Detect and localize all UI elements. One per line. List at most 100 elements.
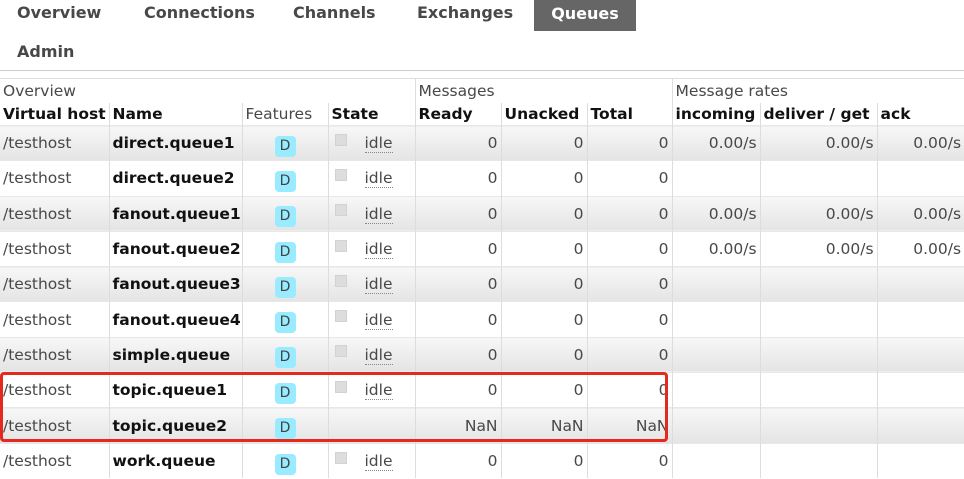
tab-exchanges[interactable]: Exchanges	[417, 1, 513, 25]
queues-table: Overview Messages Message rates Virtual …	[0, 78, 964, 479]
state-indicator-icon	[334, 345, 347, 358]
durable-badge: D	[274, 170, 296, 192]
vhost-cell: /testhost	[0, 336, 110, 373]
features-cell: D	[242, 266, 329, 302]
queue-name-link[interactable]: direct.queue2	[109, 160, 243, 197]
col-total[interactable]: Total	[587, 103, 673, 126]
ready-cell: NaN	[415, 407, 502, 444]
top-nav: Overview Connections Channels Exchanges …	[0, 0, 964, 70]
col-state[interactable]: State	[328, 103, 416, 126]
unacked-cell: 0	[501, 160, 588, 197]
queue-name-link[interactable]: fanout.queue3	[109, 266, 243, 302]
col-virtual-host[interactable]: Virtual host	[0, 103, 110, 126]
incoming-rate-cell	[672, 442, 761, 479]
col-name[interactable]: Name	[109, 103, 243, 126]
state-cell: idle	[328, 336, 416, 373]
deliver-rate-cell	[760, 336, 878, 373]
features-cell: D	[242, 301, 329, 338]
queue-name-link[interactable]: fanout.queue2	[109, 230, 243, 267]
ack-rate-cell	[877, 407, 964, 444]
incoming-rate-cell: 0.00/s	[672, 195, 761, 232]
state-indicator-icon	[334, 204, 347, 217]
ack-rate-cell	[877, 301, 964, 338]
vhost-cell: /testhost	[0, 230, 110, 267]
queue-name-link[interactable]: fanout.queue4	[109, 301, 243, 338]
table-row[interactable]: /testhost fanout.queue3 Didle 0 0 0	[0, 266, 964, 302]
queue-name-link[interactable]: topic.queue2	[109, 407, 243, 444]
table-row[interactable]: /testhost direct.queue1 Didle 0 0 0 0.00/s 0.00…	[0, 124, 964, 161]
durable-badge: D	[274, 453, 296, 475]
durable-badge: D	[274, 206, 296, 228]
queue-name-link[interactable]: direct.queue1	[109, 124, 243, 161]
ack-rate-cell: 0.00/s	[877, 124, 964, 161]
table-row[interactable]: /testhost topic.queue1 Didle 0 0 0	[0, 372, 964, 408]
queue-name-link[interactable]: simple.queue	[109, 336, 243, 373]
unacked-cell: NaN	[501, 407, 588, 444]
unacked-cell: 0	[501, 442, 588, 479]
state-label: idle	[364, 204, 393, 224]
table-row[interactable]: /testhost fanout.queue2 Didle 0 0 0 0.00/s 0.00…	[0, 230, 964, 267]
ready-cell: 0	[415, 230, 502, 267]
table-row[interactable]: /testhost work.queue Didle 0 0 0	[0, 442, 964, 479]
vhost-cell: /testhost	[0, 266, 110, 302]
state-label: idle	[364, 452, 393, 472]
queue-name-link[interactable]: topic.queue1	[109, 372, 243, 408]
ack-rate-cell	[877, 266, 964, 302]
nav-divider	[0, 70, 964, 71]
durable-badge: D	[274, 418, 296, 440]
total-cell: 0	[587, 301, 673, 338]
vhost-cell: /testhost	[0, 195, 110, 232]
deliver-rate-cell	[760, 266, 878, 302]
unacked-cell: 0	[501, 266, 588, 302]
tab-connections[interactable]: Connections	[144, 1, 255, 25]
col-unacked[interactable]: Unacked	[501, 103, 588, 126]
durable-badge: D	[274, 347, 296, 369]
table-row[interactable]: /testhost simple.queue Didle 0 0 0	[0, 336, 964, 373]
tab-admin[interactable]: Admin	[17, 40, 74, 64]
queue-name-link[interactable]: fanout.queue1	[109, 195, 243, 232]
tab-queues[interactable]: Queues	[534, 0, 636, 31]
total-cell: 0	[587, 195, 673, 232]
unacked-cell: 0	[501, 124, 588, 161]
state-cell: idle	[328, 160, 416, 197]
state-label: idle	[364, 134, 393, 154]
table-row[interactable]: /testhost fanout.queue1 Didle 0 0 0 0.00/s 0.00…	[0, 195, 964, 232]
state-label: idle	[364, 381, 393, 401]
col-ack[interactable]: ack	[877, 103, 964, 126]
ready-cell: 0	[415, 195, 502, 232]
unacked-cell: 0	[501, 195, 588, 232]
queue-name-link[interactable]: work.queue	[109, 442, 243, 479]
group-overview: Overview	[0, 78, 416, 103]
features-cell: D	[242, 124, 329, 161]
tab-channels[interactable]: Channels	[293, 1, 376, 25]
ready-cell: 0	[415, 160, 502, 197]
col-incoming[interactable]: incoming	[672, 103, 761, 126]
table-row[interactable]: /testhost direct.queue2 Didle 0 0 0	[0, 160, 964, 197]
ready-cell: 0	[415, 301, 502, 338]
column-header-row: Virtual host Name Features State Ready U…	[0, 103, 964, 126]
incoming-rate-cell: 0.00/s	[672, 230, 761, 267]
deliver-rate-cell: 0.00/s	[760, 230, 878, 267]
ready-cell: 0	[415, 442, 502, 479]
table-row[interactable]: /testhost fanout.queue4 Didle 0 0 0	[0, 301, 964, 338]
table-row[interactable]: /testhost topic.queue2 D NaN NaN NaN	[0, 407, 964, 444]
total-cell: 0	[587, 442, 673, 479]
tab-overview[interactable]: Overview	[17, 1, 101, 25]
ack-rate-cell: 0.00/s	[877, 230, 964, 267]
state-indicator-icon	[334, 274, 347, 287]
total-cell: 0	[587, 372, 673, 408]
vhost-cell: /testhost	[0, 124, 110, 161]
state-cell	[328, 407, 416, 444]
state-label: idle	[364, 240, 393, 260]
deliver-rate-cell	[760, 160, 878, 197]
durable-badge: D	[274, 241, 296, 263]
incoming-rate-cell	[672, 372, 761, 408]
ready-cell: 0	[415, 124, 502, 161]
col-deliver-get[interactable]: deliver / get	[760, 103, 878, 126]
col-ready[interactable]: Ready	[415, 103, 502, 126]
features-cell: D	[242, 230, 329, 267]
ack-rate-cell	[877, 442, 964, 479]
vhost-cell: /testhost	[0, 160, 110, 197]
total-cell: 0	[587, 124, 673, 161]
state-label: idle	[364, 345, 393, 365]
